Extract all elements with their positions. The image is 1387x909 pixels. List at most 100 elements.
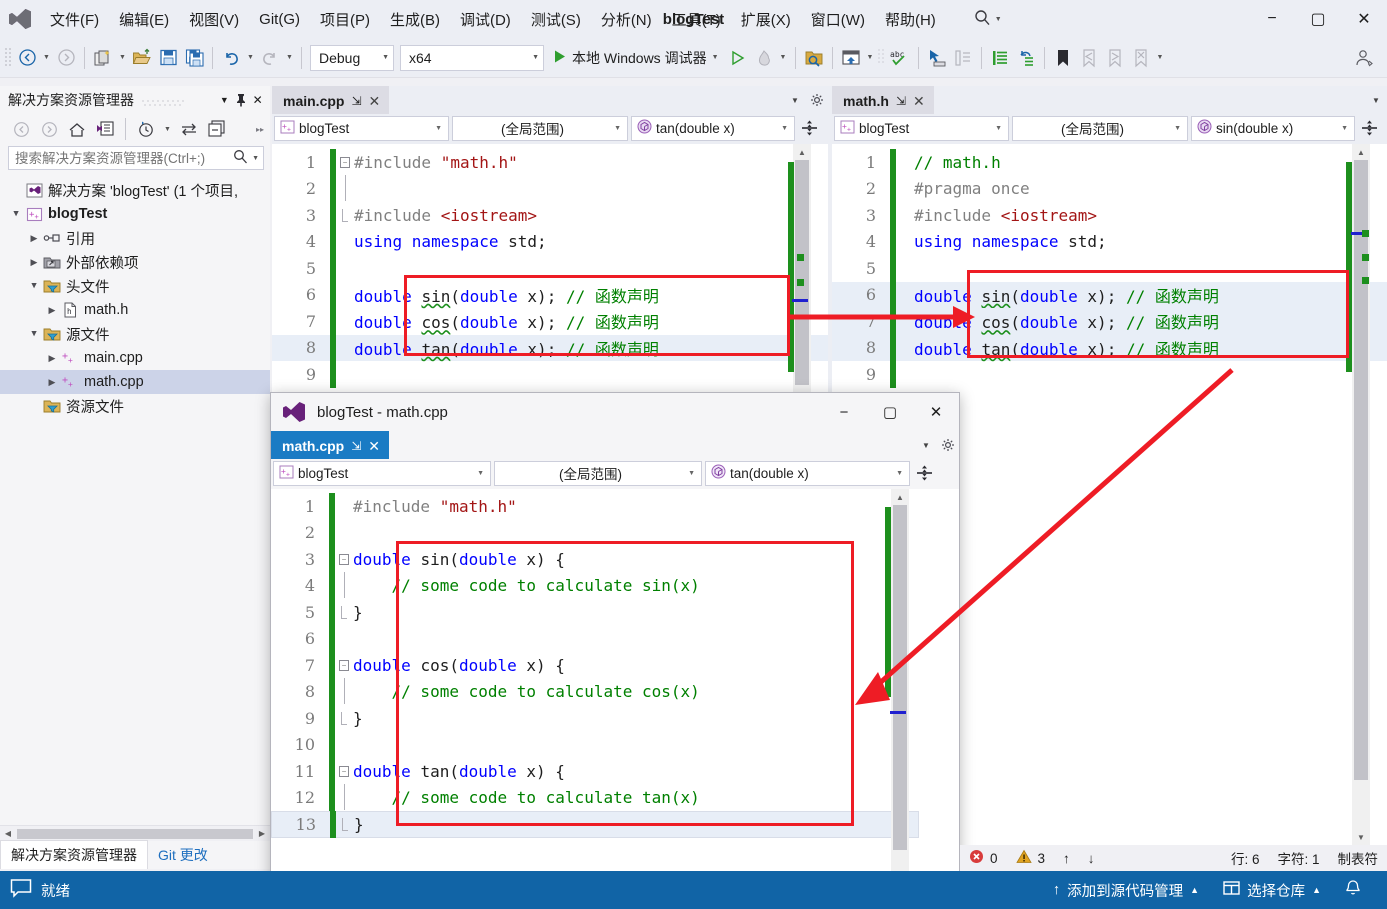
scroll-track[interactable]	[16, 828, 254, 839]
menu-debug[interactable]: 调试(D)	[450, 6, 521, 33]
chevron-down-icon[interactable]: ▼	[248, 155, 259, 162]
tree-item-header-files[interactable]: ▲ 头文件	[0, 274, 270, 298]
add-to-source-control-button[interactable]: ↑ 添加到源代码管理 ▲	[1041, 871, 1211, 909]
tab-git-changes[interactable]: Git 更改	[148, 841, 218, 869]
switch-views-icon[interactable]	[92, 117, 118, 141]
code-line[interactable]: 1 #include "math.h"	[271, 493, 959, 520]
warning-count[interactable]: 3	[1007, 849, 1055, 867]
pin-icon[interactable]	[233, 89, 250, 111]
pin-icon[interactable]: ⇲	[896, 94, 906, 108]
error-count[interactable]: 0	[960, 849, 1007, 867]
select-repository-button[interactable]: 选择仓库 ▲	[1211, 871, 1333, 909]
scroll-thumb[interactable]	[1354, 160, 1368, 780]
new-project-icon[interactable]	[90, 44, 116, 72]
save-icon[interactable]	[155, 44, 181, 72]
code-line[interactable]: 7 double cos(double x); // 函数声明	[832, 308, 1387, 335]
scroll-down-icon[interactable]: ▼	[1357, 829, 1365, 845]
solution-explorer-search[interactable]: ▼	[8, 146, 264, 170]
fold-toggle-icon[interactable]: −	[335, 766, 353, 778]
undo-icon[interactable]	[218, 44, 244, 72]
member-combo[interactable]: tan(double x) ▼	[631, 115, 795, 141]
tree-item-main-cpp[interactable]: ▶ + + main.cpp	[0, 346, 270, 370]
solution-explorer-hscrollbar[interactable]: ◀ ▶	[0, 825, 270, 841]
spell-check-icon[interactable]: abc	[887, 44, 913, 72]
menu-view[interactable]: 视图(V)	[179, 6, 249, 33]
pending-changes-icon[interactable]	[133, 117, 159, 141]
menu-edit[interactable]: 编辑(E)	[109, 6, 179, 33]
save-all-icon[interactable]	[181, 44, 207, 72]
code-line[interactable]: 12 // some code to calculate tan(x)	[271, 783, 959, 811]
fold-toggle-icon[interactable]: −	[335, 660, 353, 672]
new-project-caret-icon[interactable]: ▼	[116, 44, 129, 72]
code-line[interactable]: 3 #include <iostream>	[272, 202, 828, 229]
vertical-scrollbar-math-h[interactable]: ▲ ▼	[1352, 144, 1370, 845]
minimize-button[interactable]: −	[821, 393, 867, 431]
expander-icon[interactable]: ▲	[8, 209, 24, 219]
code-line[interactable]: 5	[832, 255, 1387, 282]
floating-window-titlebar[interactable]: blogTest - math.cpp − ▢ ✕	[271, 393, 959, 431]
split-view-icon[interactable]	[798, 116, 820, 141]
menu-extensions[interactable]: 扩展(X)	[731, 6, 801, 33]
menu-tools[interactable]: 工具(T)	[662, 6, 731, 33]
solution-platform-combo[interactable]: x64 ▼	[400, 44, 544, 71]
project-combo[interactable]: + + blogTest ▼	[834, 115, 1009, 141]
code-line[interactable]: 10	[271, 731, 959, 758]
undo-caret-icon[interactable]: ▼	[244, 44, 257, 72]
tree-item-references[interactable]: ▶ 引用	[0, 226, 270, 250]
close-icon[interactable]: ✕	[369, 93, 381, 110]
tab-main-cpp[interactable]: main.cpp ⇲ ✕	[272, 86, 390, 114]
menu-test[interactable]: 测试(S)	[521, 6, 591, 33]
code-line[interactable]: 6 double sin(double x); // 函数声明	[272, 281, 828, 308]
scope-combo[interactable]: (全局范围) ▼	[494, 460, 702, 486]
code-line[interactable]: 13 }	[271, 811, 919, 838]
toolbar-grip[interactable]	[4, 47, 14, 69]
expander-icon[interactable]: ▶	[26, 257, 42, 268]
live-share-icon[interactable]	[838, 44, 864, 72]
close-icon[interactable]: ✕	[913, 93, 925, 110]
code-line[interactable]: 2	[271, 519, 959, 546]
notifications-button[interactable]	[1333, 871, 1373, 909]
expander-icon[interactable]: ▶	[44, 377, 60, 388]
code-line[interactable]: 4 // some code to calculate sin(x)	[271, 571, 959, 599]
code-line[interactable]: 1 − #include "math.h"	[272, 149, 828, 176]
code-line[interactable]: 9	[272, 361, 828, 388]
toolbar-overflow-icon[interactable]: ▼	[1154, 44, 1167, 72]
tab-overflow-icon[interactable]: ▼	[915, 431, 937, 459]
chevron-down-icon[interactable]: ▼	[161, 115, 174, 143]
start-without-debugging-icon[interactable]	[725, 44, 751, 72]
minimize-button[interactable]: −	[1249, 0, 1295, 38]
search-input[interactable]	[15, 150, 234, 166]
open-file-icon[interactable]	[129, 44, 155, 72]
split-view-icon[interactable]	[1358, 116, 1380, 141]
scroll-thumb[interactable]	[795, 160, 809, 385]
scroll-up-icon[interactable]: ▲	[798, 144, 806, 160]
scroll-left-icon[interactable]: ◀	[0, 829, 16, 838]
tree-item-project[interactable]: ▲ + + blogTest	[0, 202, 270, 226]
project-combo[interactable]: + + blogTest ▼	[274, 115, 449, 141]
expander-icon[interactable]: ▲	[26, 281, 42, 291]
navigate-back-icon[interactable]	[14, 44, 40, 72]
tree-item-source-files[interactable]: ▲ 源文件	[0, 322, 270, 346]
home-icon[interactable]	[64, 117, 90, 141]
live-share-caret-icon[interactable]: ▼	[864, 44, 877, 72]
code-line[interactable]: 7 double cos(double x); // 函数声明	[272, 308, 828, 335]
uncomment-icon[interactable]	[1013, 44, 1039, 72]
expander-icon[interactable]: ▶	[26, 233, 42, 244]
maximize-button[interactable]: ▢	[867, 393, 913, 431]
code-line[interactable]: 11 − double tan(double x) {	[271, 758, 959, 785]
code-line[interactable]: 5	[272, 255, 828, 282]
search-icon[interactable]	[233, 149, 248, 167]
next-issue-button[interactable]: ↓	[1079, 851, 1104, 866]
menu-git[interactable]: Git(G)	[249, 8, 310, 31]
collapse-all-icon[interactable]	[204, 117, 230, 141]
toolbar-overflow-icon[interactable]: ▸▸	[256, 125, 270, 134]
tree-item-math-h[interactable]: ▶ h math.h	[0, 298, 270, 322]
close-icon[interactable]: ✕	[249, 89, 266, 111]
code-line[interactable]: 8 double tan(double x); // 函数声明	[832, 334, 1387, 361]
find-in-files-icon[interactable]	[801, 44, 827, 72]
scroll-up-icon[interactable]: ▲	[896, 489, 904, 505]
close-button[interactable]: ✕	[1341, 0, 1387, 38]
tab-overflow-icon[interactable]: ▼	[1365, 86, 1387, 114]
expander-icon[interactable]: ▶	[44, 305, 60, 316]
gear-icon[interactable]	[937, 431, 959, 459]
